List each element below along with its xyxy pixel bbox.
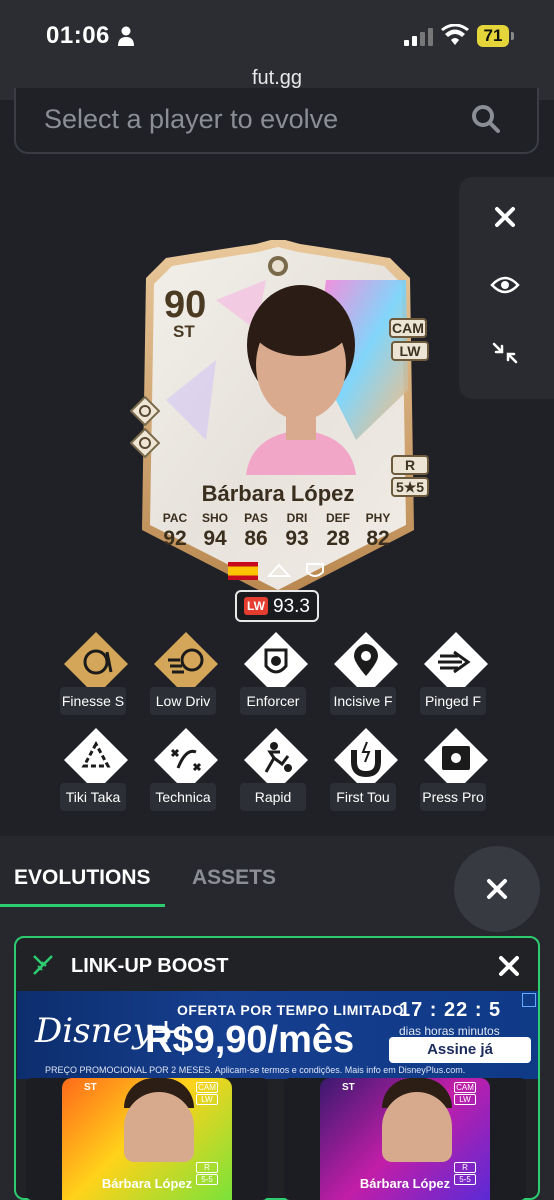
evolution-card[interactable]: ST CAM LW R 5-5 Bárbara López: [284, 1078, 526, 1200]
spain-flag-icon: [228, 562, 258, 580]
status-bar: 01:06 71 fut.gg: [0, 0, 554, 100]
mini-card-name: Bárbara López: [101, 1176, 193, 1191]
club-logo-icon: [306, 563, 324, 577]
stat-dri: DRI 93: [285, 511, 309, 550]
ad-fine-print: PREÇO PROMOCIONAL POR 2 MESES. Aplicam-s…: [45, 1065, 466, 1075]
chem-position: LW: [244, 597, 268, 615]
evolution-title: LINK-UP BOOST: [71, 955, 229, 977]
dna-icon: [33, 955, 53, 975]
ad-info-icon[interactable]: [522, 993, 536, 1007]
card-rating: 90: [164, 284, 207, 326]
stat-pac: PAC 92: [162, 511, 188, 550]
stat-sho: SHO 94: [201, 511, 228, 550]
battery-indicator: 71: [477, 25, 515, 47]
mini-card-name: Bárbara López: [359, 1176, 451, 1191]
search-input[interactable]: Select a player to evolve: [14, 88, 539, 154]
ad-offer-text: OFERTA POR TEMPO LIMITADO: [177, 1002, 404, 1018]
tab-assets[interactable]: ASSETS: [192, 866, 276, 890]
active-tab-indicator: [0, 904, 165, 907]
search-icon[interactable]: [471, 104, 501, 134]
eye-icon[interactable]: [487, 267, 523, 303]
player-name: Bárbara López: [201, 481, 355, 506]
close-icon[interactable]: [487, 199, 523, 235]
stat-pas: PAS 86: [244, 511, 268, 550]
alt-position-cam: CAM: [389, 318, 427, 338]
ad-banner[interactable]: Disney+ OFERTA POR TEMPO LIMITADO R$9,90…: [17, 991, 538, 1079]
alt-position-lw: LW: [391, 341, 429, 361]
close-button[interactable]: [454, 846, 540, 932]
close-icon: [487, 879, 507, 899]
stat-def: DEF 28: [326, 511, 350, 550]
person-icon: [118, 26, 134, 46]
ad-countdown: 17 : 22 : 5 dias horas minutos: [399, 999, 502, 1038]
search-placeholder: Select a player to evolve: [44, 104, 339, 134]
tab-evolutions[interactable]: EVOLUTIONS: [14, 866, 151, 890]
chem-rating: 93.3: [273, 596, 310, 617]
playstyle-plus-icon: [130, 396, 160, 426]
league-logo-icon: [266, 563, 292, 577]
card-actions-panel: [459, 177, 554, 399]
url-bar[interactable]: fut.gg: [0, 67, 554, 90]
card-position: ST: [173, 322, 195, 341]
chemistry-badge: LW 93.3: [235, 590, 319, 622]
stat-phy: PHY 82: [365, 511, 391, 550]
ad-cta-button[interactable]: Assine já: [389, 1037, 531, 1063]
ad-price: R$9,90/mês: [145, 1019, 355, 1061]
playstyle-plus-icon: [130, 428, 160, 458]
evolution-card[interactable]: ST CAM LW R 5-5 Bárbara López: [26, 1078, 268, 1200]
clock: 01:06: [46, 22, 110, 49]
signal-icon: [404, 28, 433, 46]
preferred-foot: R: [391, 455, 429, 475]
wifi-icon: [441, 24, 469, 45]
collapse-icon[interactable]: [487, 335, 523, 371]
close-icon[interactable]: [498, 955, 520, 977]
